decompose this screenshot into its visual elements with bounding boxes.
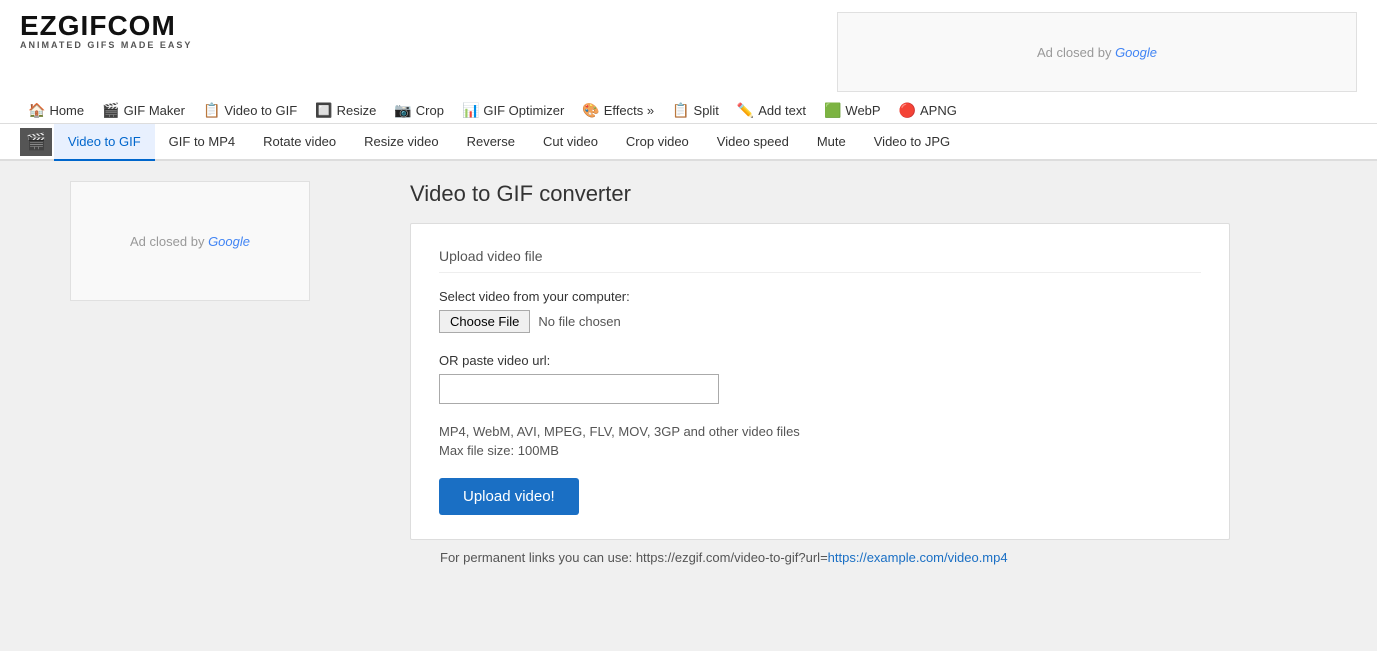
upload-box: Upload video file Select video from your… <box>410 223 1230 540</box>
main-navigation: 🏠 Home 🎬 GIF Maker 📋 Video to GIF 🔲 Resi… <box>20 92 1357 123</box>
logo-main: EZGIFCOM <box>20 10 176 41</box>
nav-add-text-label: Add text <box>758 103 806 118</box>
nav-gif-optimizer[interactable]: 📊 GIF Optimizer <box>454 98 572 123</box>
nav-home[interactable]: 🏠 Home <box>20 98 92 123</box>
logo: EZGIFCOM ANIMATED GIFS MADE EASY <box>20 12 192 50</box>
nav-apng[interactable]: 🔴 APNG <box>891 98 965 123</box>
nav-split-label: Split <box>694 103 719 118</box>
subnav-video-speed[interactable]: Video speed <box>703 124 803 161</box>
nav-home-label: Home <box>49 103 84 118</box>
subnav-mute[interactable]: Mute <box>803 124 860 161</box>
page-title: Video to GIF converter <box>410 181 1347 207</box>
crop-icon: 📷 <box>394 102 411 119</box>
upload-button[interactable]: Upload video! <box>439 478 579 515</box>
nav-effects-label: Effects » <box>604 103 654 118</box>
webp-icon: 🟩 <box>824 102 841 119</box>
subnav-video-to-gif[interactable]: Video to GIF <box>54 124 155 161</box>
gif-optimizer-icon: 📊 <box>462 102 479 119</box>
split-icon: 📋 <box>672 102 689 119</box>
url-input[interactable] <box>439 374 719 404</box>
gif-maker-icon: 🎬 <box>102 102 119 119</box>
select-label: Select video from your computer: <box>439 289 1201 304</box>
sidebar: Ad closed by Google <box>0 161 380 611</box>
subnav-crop-video[interactable]: Crop video <box>612 124 703 161</box>
nav-crop[interactable]: 📷 Crop <box>386 98 452 123</box>
main-content: Video to GIF converter Upload video file… <box>380 161 1377 611</box>
nav-apng-label: APNG <box>920 103 957 118</box>
apng-icon: 🔴 <box>899 102 916 119</box>
footer-link[interactable]: https://example.com/video.mp4 <box>828 550 1008 565</box>
nav-resize-label: Resize <box>337 103 377 118</box>
nav-webp-label: WebP <box>845 103 880 118</box>
url-label: OR paste video url: <box>439 353 1201 368</box>
no-file-text: No file chosen <box>538 314 620 329</box>
choose-file-button[interactable]: Choose File <box>439 310 530 333</box>
add-text-icon: ✏️ <box>737 102 754 119</box>
nav-video-to-gif-label: Video to GIF <box>224 103 297 118</box>
nav-split[interactable]: 📋 Split <box>664 98 727 123</box>
nav-gif-maker[interactable]: 🎬 GIF Maker <box>94 98 193 123</box>
nav-gif-optimizer-label: GIF Optimizer <box>483 103 564 118</box>
nav-add-text[interactable]: ✏️ Add text <box>729 98 814 123</box>
resize-icon: 🔲 <box>315 102 332 119</box>
film-icon: 🎬 <box>20 128 52 156</box>
sidebar-ad-banner: Ad closed by Google <box>70 181 310 301</box>
file-input-row: Choose File No file chosen <box>439 310 1201 333</box>
subnav-resize-video[interactable]: Resize video <box>350 124 452 161</box>
video-to-gif-icon: 📋 <box>203 102 220 119</box>
top-ad-banner: Ad closed by Google <box>837 12 1357 92</box>
ad-top-text: Ad closed by Google <box>1037 45 1157 60</box>
formats-text: MP4, WebM, AVI, MPEG, FLV, MOV, 3GP and … <box>439 424 1201 439</box>
footer-note: For permanent links you can use: https:/… <box>410 540 1347 575</box>
home-icon: 🏠 <box>28 102 45 119</box>
maxsize-text: Max file size: 100MB <box>439 443 1201 458</box>
nav-effects[interactable]: 🎨 Effects » <box>574 98 662 123</box>
subnav-cut-video[interactable]: Cut video <box>529 124 612 161</box>
nav-gif-maker-label: GIF Maker <box>124 103 185 118</box>
subnav-rotate-video[interactable]: Rotate video <box>249 124 350 161</box>
sub-navigation: 🎬 Video to GIF GIF to MP4 Rotate video R… <box>0 124 1377 161</box>
effects-icon: 🎨 <box>582 102 599 119</box>
subnav-reverse[interactable]: Reverse <box>453 124 529 161</box>
upload-section-title: Upload video file <box>439 248 1201 273</box>
logo-sub: ANIMATED GIFS MADE EASY <box>20 40 192 50</box>
nav-resize[interactable]: 🔲 Resize <box>307 98 384 123</box>
nav-webp[interactable]: 🟩 WebP <box>816 98 889 123</box>
subnav-video-to-jpg[interactable]: Video to JPG <box>860 124 964 161</box>
subnav-gif-to-mp4[interactable]: GIF to MP4 <box>155 124 249 161</box>
footer-note-prefix: For permanent links you can use: https:/… <box>440 550 828 565</box>
nav-crop-label: Crop <box>416 103 444 118</box>
sidebar-ad-text: Ad closed by Google <box>130 234 250 249</box>
nav-video-to-gif[interactable]: 📋 Video to GIF <box>195 98 305 123</box>
